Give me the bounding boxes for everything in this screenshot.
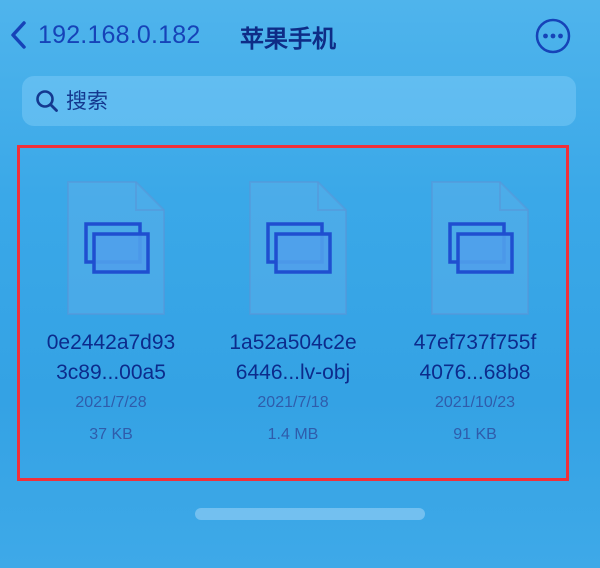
back-button[interactable]: 192.168.0.182 — [8, 14, 200, 56]
home-indicator — [195, 508, 425, 520]
document-icon — [246, 178, 350, 318]
file-name: 1a52a504c2e 6446...lv-obj — [229, 331, 357, 384]
file-item[interactable]: 0e2442a7d93 3c89...00a5 2021/7/28 37 KB — [20, 148, 202, 478]
file-item[interactable]: 47ef737f755f 4076...68b8 2021/10/23 91 K… — [384, 148, 566, 478]
document-icon — [428, 178, 532, 318]
chevron-left-icon — [11, 21, 26, 49]
file-size: 91 KB — [453, 426, 497, 443]
search-icon — [36, 90, 58, 112]
back-label: 192.168.0.182 — [38, 20, 201, 49]
file-item[interactable]: 1a52a504c2e 6446...lv-obj 2021/7/18 1.4 … — [202, 148, 384, 478]
file-name: 47ef737f755f 4076...68b8 — [413, 331, 537, 384]
search-bar[interactable] — [22, 76, 576, 126]
ellipsis-circle-icon — [535, 18, 571, 54]
file-grid: 0e2442a7d93 3c89...00a5 2021/7/28 37 KB … — [20, 148, 566, 478]
navigation-bar: 192.168.0.182 苹果手机 — [0, 0, 600, 72]
file-size: 1.4 MB — [267, 426, 319, 443]
file-date: 2021/10/23 — [434, 394, 516, 411]
document-icon — [64, 178, 168, 318]
page-title: 苹果手机 — [240, 25, 336, 53]
file-date: 2021/7/18 — [257, 394, 329, 411]
more-options-button[interactable] — [534, 17, 572, 55]
file-name: 0e2442a7d93 3c89...00a5 — [46, 331, 176, 384]
file-date: 2021/7/28 — [75, 394, 147, 411]
search-input[interactable] — [66, 89, 546, 113]
file-size: 37 KB — [89, 426, 133, 443]
